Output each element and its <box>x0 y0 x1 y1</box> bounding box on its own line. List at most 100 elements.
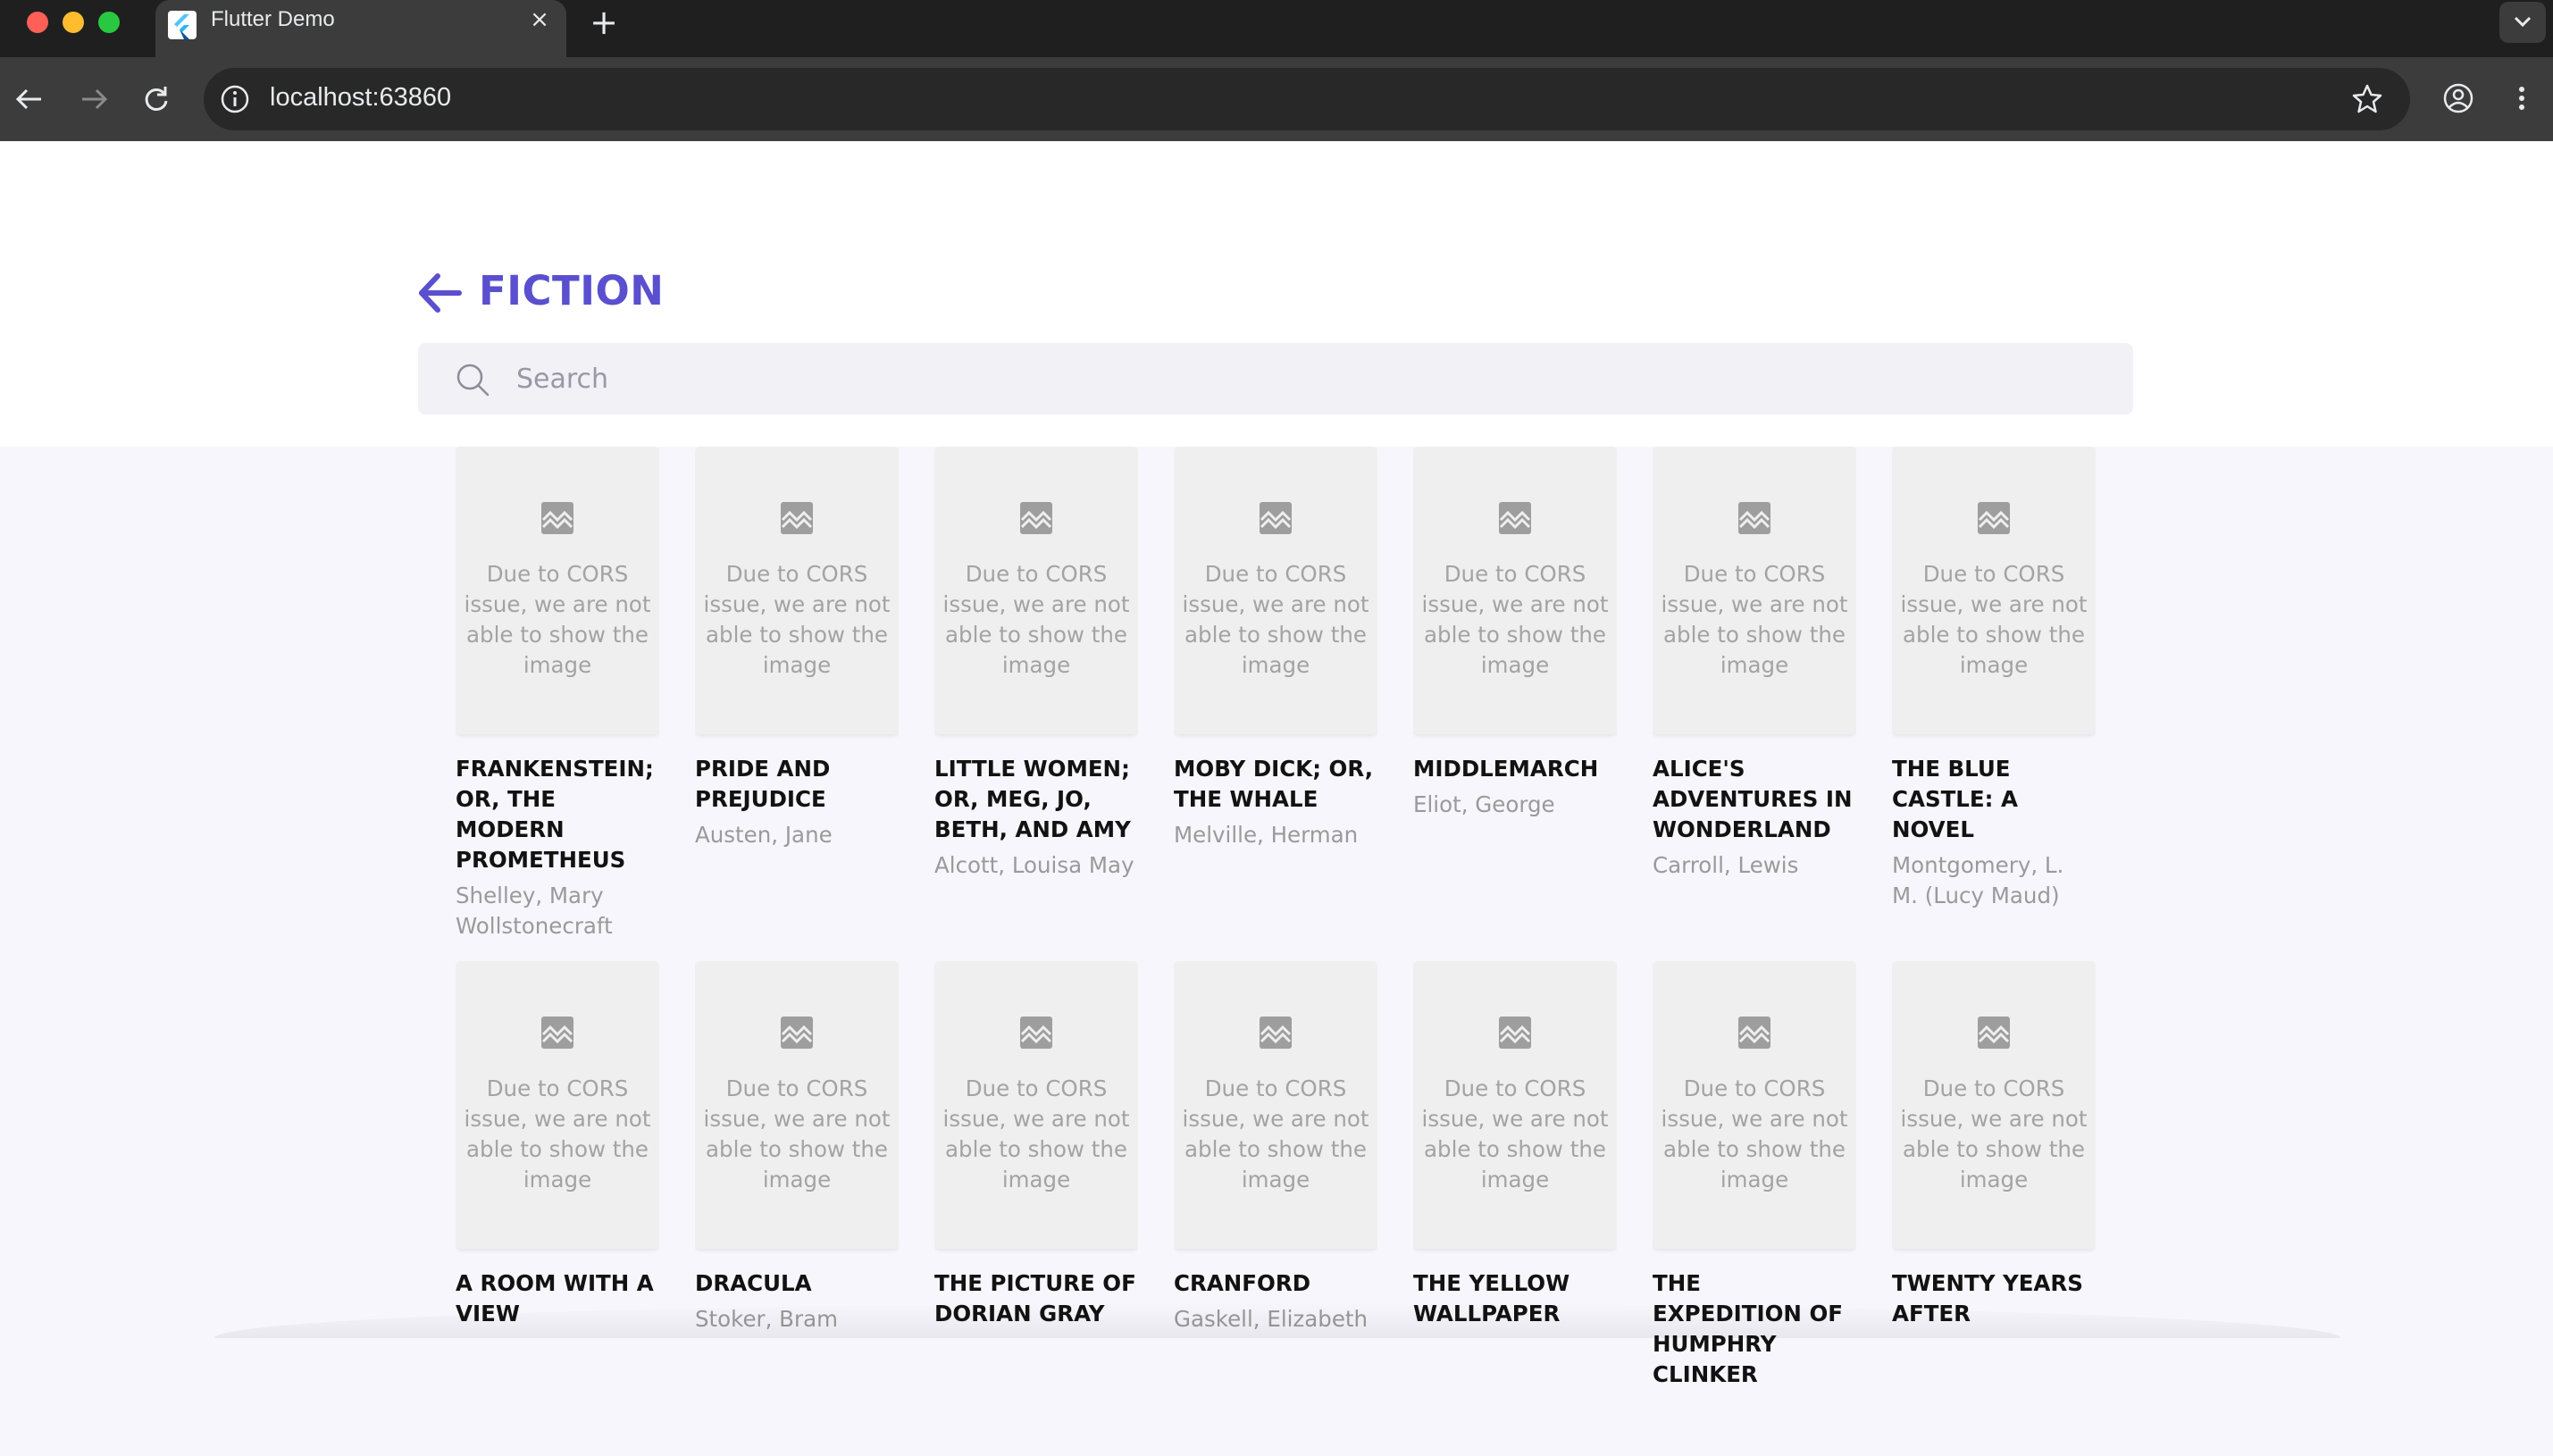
broken-image-icon <box>1018 1015 1054 1050</box>
tab-title: Flutter Demo <box>211 7 335 31</box>
broken-image-icon <box>1258 500 1293 536</box>
cover-error-message: Due to CORS issue, we are not able to sh… <box>1661 561 1848 678</box>
bookmark-star-icon[interactable] <box>2349 81 2385 117</box>
broken-image-icon <box>540 500 575 536</box>
cover-error-message: Due to CORS issue, we are not able to sh… <box>942 1075 1130 1192</box>
book-title: Pride and Prejudice <box>695 756 831 812</box>
book-title: Frankenstein; Or, The Modern Prometheus <box>456 756 654 873</box>
back-arrow-icon <box>15 88 41 110</box>
tab-close-icon[interactable]: × <box>525 5 554 34</box>
reload-icon <box>145 87 168 111</box>
book-card[interactable]: Due to CORS issue, we are not able to sh… <box>1174 961 1377 1456</box>
browser-tab[interactable]: Flutter Demo × <box>155 0 566 57</box>
forward-button[interactable] <box>71 77 116 121</box>
book-cover: Due to CORS issue, we are not able to sh… <box>1174 961 1377 1249</box>
book-cover: Due to CORS issue, we are not able to sh… <box>934 447 1138 734</box>
window-close-button[interactable] <box>27 12 48 33</box>
cover-error-message: Due to CORS issue, we are not able to sh… <box>1182 561 1369 678</box>
book-title: Alice's Adventures in Wonderland <box>1653 756 1853 842</box>
search-input[interactable] <box>516 356 2106 402</box>
window-minimize-button[interactable] <box>63 12 84 33</box>
site-info-icon[interactable] <box>216 80 254 118</box>
book-card[interactable]: Due to CORS issue, we are not able to sh… <box>1892 961 2096 1456</box>
broken-image-icon <box>1497 1015 1533 1050</box>
book-cover: Due to CORS issue, we are not able to sh… <box>1892 961 2096 1249</box>
book-cover: Due to CORS issue, we are not able to sh… <box>1892 447 2096 734</box>
book-title: Middlemarch <box>1413 756 1599 782</box>
cover-error-message: Due to CORS issue, we are not able to sh… <box>1421 1075 1609 1192</box>
url-text: localhost:63860 <box>270 83 452 112</box>
search-icon <box>454 361 491 398</box>
book-cover: Due to CORS issue, we are not able to sh… <box>695 961 899 1249</box>
broken-image-icon <box>779 1015 815 1050</box>
page-title: FICTION <box>479 267 665 314</box>
broken-image-icon <box>1018 500 1054 536</box>
browser-tab-bar: Flutter Demo × + <box>0 0 2553 57</box>
cover-error-message: Due to CORS issue, we are not able to sh… <box>703 1075 891 1192</box>
tab-search-button[interactable] <box>2499 2 2546 43</box>
book-author: Austen, Jane <box>695 822 833 848</box>
app-page: FICTION Due to CORS issue, we are not ab… <box>0 141 2553 1387</box>
book-card[interactable]: Due to CORS issue, we are not able to sh… <box>456 447 659 941</box>
book-cover: Due to CORS issue, we are not able to sh… <box>1653 447 1856 734</box>
book-card[interactable]: Due to CORS issue, we are not able to sh… <box>934 961 1138 1456</box>
cover-error-message: Due to CORS issue, we are not able to sh… <box>942 561 1130 678</box>
window-zoom-button[interactable] <box>98 12 120 33</box>
book-author: Montgomery, L. M. (Lucy Maud) <box>1892 852 2064 908</box>
book-card[interactable]: Due to CORS issue, we are not able to sh… <box>1653 961 1856 1456</box>
book-title: Moby Dick; Or, The Whale <box>1174 756 1374 812</box>
cover-error-message: Due to CORS issue, we are not able to sh… <box>1421 561 1609 678</box>
cover-error-message: Due to CORS issue, we are not able to sh… <box>1661 1075 1848 1192</box>
cover-error-message: Due to CORS issue, we are not able to sh… <box>703 561 891 678</box>
broken-image-icon <box>540 1015 575 1050</box>
book-card[interactable]: Due to CORS issue, we are not able to sh… <box>456 961 659 1456</box>
book-title: Dracula <box>695 1270 812 1296</box>
book-cover: Due to CORS issue, we are not able to sh… <box>456 447 659 734</box>
browser-menu-icon[interactable] <box>2508 79 2535 118</box>
book-cover: Due to CORS issue, we are not able to sh… <box>1413 447 1617 734</box>
book-card[interactable]: Due to CORS issue, we are not able to sh… <box>934 447 1138 941</box>
flutter-logo-icon <box>168 11 197 39</box>
book-author: Eliot, George <box>1413 791 1555 817</box>
broken-image-icon <box>779 500 815 536</box>
broken-image-icon <box>1737 500 1772 536</box>
book-card[interactable]: Due to CORS issue, we are not able to sh… <box>695 447 899 941</box>
page-header: FICTION <box>0 141 2553 447</box>
cover-error-message: Due to CORS issue, we are not able to sh… <box>1182 1075 1369 1192</box>
book-card[interactable]: Due to CORS issue, we are not able to sh… <box>1413 961 1617 1456</box>
chevron-down-icon <box>2514 16 2532 28</box>
search-bar[interactable] <box>418 343 2133 414</box>
address-bar[interactable]: localhost:63860 <box>204 68 2410 130</box>
book-title: Cranford <box>1174 1270 1311 1296</box>
book-card[interactable]: Due to CORS issue, we are not able to sh… <box>1413 447 1617 941</box>
book-author: Melville, Herman <box>1174 822 1359 848</box>
cover-error-message: Due to CORS issue, we are not able to sh… <box>1900 1075 2088 1192</box>
forward-arrow-icon <box>82 88 108 110</box>
book-card[interactable]: Due to CORS issue, we are not able to sh… <box>1174 447 1377 941</box>
book-card[interactable]: Due to CORS issue, we are not able to sh… <box>695 961 899 1456</box>
broken-image-icon <box>1976 1015 2012 1050</box>
reload-button[interactable] <box>134 77 179 121</box>
new-tab-button[interactable]: + <box>586 5 622 41</box>
back-arrow-icon[interactable] <box>414 268 465 318</box>
book-title: The Blue Castle: a novel <box>1892 756 2018 842</box>
book-card[interactable]: Due to CORS issue, we are not able to sh… <box>1653 447 1856 941</box>
book-cover: Due to CORS issue, we are not able to sh… <box>695 447 899 734</box>
book-cover: Due to CORS issue, we are not able to sh… <box>456 961 659 1249</box>
book-cover: Due to CORS issue, we are not able to sh… <box>1174 447 1377 734</box>
broken-image-icon <box>1258 1015 1293 1050</box>
browser-toolbar: localhost:63860 <box>0 57 2553 141</box>
profile-icon[interactable] <box>2439 79 2478 118</box>
book-cover: Due to CORS issue, we are not able to sh… <box>1653 961 1856 1249</box>
broken-image-icon <box>1737 1015 1772 1050</box>
book-cover: Due to CORS issue, we are not able to sh… <box>934 961 1138 1249</box>
cover-error-message: Due to CORS issue, we are not able to sh… <box>464 561 651 678</box>
book-cover: Due to CORS issue, we are not able to sh… <box>1413 961 1617 1249</box>
back-button[interactable] <box>7 77 52 121</box>
cover-error-message: Due to CORS issue, we are not able to sh… <box>464 1075 651 1192</box>
book-author: Shelley, Mary Wollstonecraft <box>456 883 613 939</box>
cover-error-message: Due to CORS issue, we are not able to sh… <box>1900 561 2088 678</box>
book-title: Little Women; Or, Meg, Jo, Beth, and Amy <box>934 756 1131 842</box>
broken-image-icon <box>1497 500 1533 536</box>
book-card[interactable]: Due to CORS issue, we are not able to sh… <box>1892 447 2096 941</box>
